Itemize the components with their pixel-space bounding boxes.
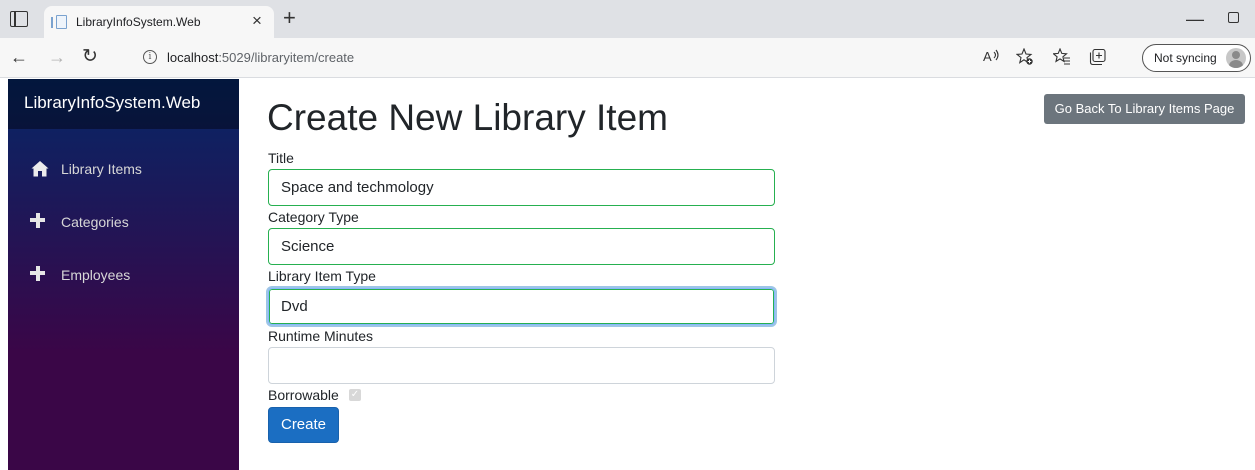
collections-icon[interactable] (1089, 48, 1107, 66)
sidebar-item-library-items[interactable]: Library Items (20, 152, 228, 186)
sidebar-item-employees[interactable]: Employees (20, 258, 228, 292)
browser-tab[interactable]: LibraryInfoSystem.Web × (44, 6, 274, 38)
sidebar-brand-bar: LibraryInfoSystem.Web (8, 79, 239, 129)
tab-actions-icon[interactable] (10, 11, 28, 27)
url-host: localhost (167, 50, 219, 65)
browser-tab-bar: LibraryInfoSystem.Web × + — (0, 0, 1255, 38)
add-favorite-icon[interactable] (1016, 48, 1034, 66)
read-aloud-icon[interactable]: A (982, 48, 1000, 64)
back-arrow-icon[interactable]: ← (10, 47, 28, 67)
runtime-minutes-label: Runtime Minutes (268, 328, 374, 344)
sidebar-item-label: Library Items (61, 161, 142, 177)
reload-icon[interactable]: ↻ (82, 47, 98, 67)
home-icon (31, 161, 49, 177)
page-title: Create New Library Item (267, 97, 668, 138)
runtime-minutes-input[interactable] (268, 347, 775, 384)
borrowable-checkbox[interactable]: ✓ (349, 389, 361, 401)
category-type-input[interactable]: Science (268, 228, 775, 265)
sidebar-item-label: Categories (61, 214, 129, 230)
maximize-icon[interactable] (1228, 12, 1239, 23)
tab-title: LibraryInfoSystem.Web (76, 15, 201, 29)
plus-icon (30, 212, 50, 232)
sidebar-item-categories[interactable]: Categories (20, 205, 228, 239)
url-field[interactable]: localhost:5029/libraryitem/create (167, 50, 354, 65)
create-button[interactable]: Create (268, 407, 339, 443)
category-type-label: Category Type (268, 209, 359, 225)
new-tab-icon[interactable]: + (283, 6, 296, 30)
app-brand[interactable]: LibraryInfoSystem.Web (24, 93, 200, 113)
library-item-type-label: Library Item Type (268, 268, 376, 284)
forward-arrow-icon[interactable]: → (48, 47, 66, 67)
tab-close-icon[interactable]: × (252, 11, 262, 31)
title-label: Title (268, 150, 294, 166)
borrowable-label: Borrowable (268, 387, 339, 403)
plus-icon (30, 265, 50, 285)
sidebar-item-label: Employees (61, 267, 131, 283)
library-item-type-input[interactable]: Dvd (268, 288, 775, 325)
sync-status-label: Not syncing (1154, 51, 1217, 65)
svg-text:A: A (983, 49, 992, 64)
minimize-icon[interactable]: — (1186, 9, 1204, 30)
url-path: :5029/libraryitem/create (218, 50, 355, 65)
page-favicon-icon (51, 15, 67, 29)
sidebar: LibraryInfoSystem.Web Library Items Cate… (8, 79, 239, 470)
go-back-button[interactable]: Go Back To Library Items Page (1044, 94, 1245, 124)
title-input[interactable]: Space and techmology (268, 169, 775, 206)
profile-sync-button[interactable]: Not syncing (1142, 44, 1251, 72)
favorites-icon[interactable] (1053, 48, 1071, 66)
site-info-icon[interactable]: i (143, 50, 157, 64)
profile-avatar (1226, 48, 1246, 68)
browser-address-bar: ← → ↻ i localhost:5029/libraryitem/creat… (0, 38, 1255, 78)
